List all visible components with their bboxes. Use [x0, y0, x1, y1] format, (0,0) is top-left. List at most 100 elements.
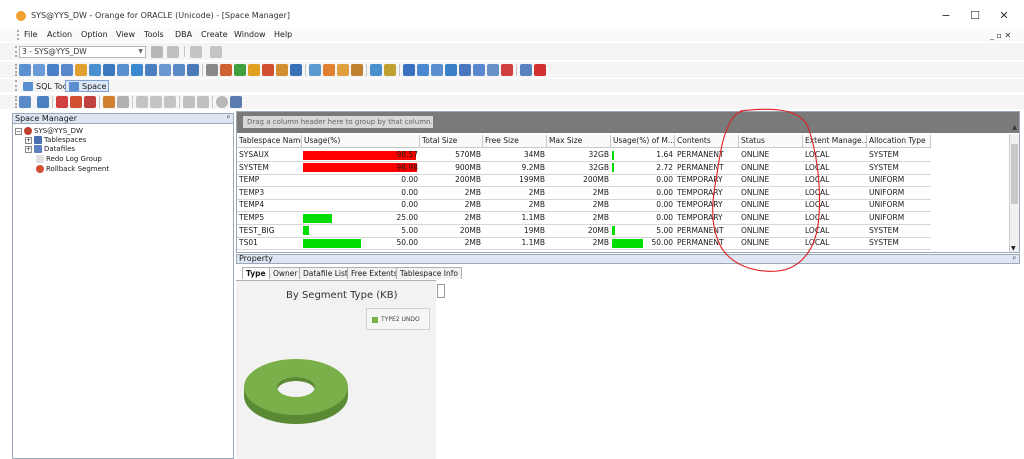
pin-icon[interactable]: ᵖ [1013, 255, 1016, 263]
stop-icon[interactable] [216, 96, 228, 108]
refresh-icon[interactable] [183, 96, 195, 108]
role-icon[interactable] [262, 64, 274, 76]
loader-icon[interactable] [187, 64, 199, 76]
col-contents[interactable]: Contents [675, 135, 739, 148]
resize-icon[interactable] [117, 96, 129, 108]
grid-vertical-scrollbar[interactable]: ▼ [1009, 134, 1019, 252]
tree-node-redo-log-group[interactable]: Redo Log Group [36, 155, 102, 164]
expand-icon[interactable]: + [25, 145, 32, 153]
session-icon[interactable] [103, 64, 115, 76]
tree-node-rollback-segment[interactable]: Rollback Segment [36, 165, 109, 174]
tablespace-icon[interactable] [234, 64, 246, 76]
expand-icon[interactable]: + [25, 136, 32, 144]
menu-window[interactable]: Window [234, 30, 266, 39]
maximize-button[interactable]: ☐ [967, 8, 983, 24]
instance-icon[interactable] [309, 64, 321, 76]
user-icon[interactable] [248, 64, 260, 76]
panel-splitter[interactable] [437, 284, 445, 298]
tab-free-extents[interactable]: Free Extents [347, 267, 402, 279]
log-icon[interactable] [290, 64, 302, 76]
menu-view[interactable]: View [116, 30, 135, 39]
dba-tool-7-icon[interactable] [487, 64, 499, 76]
scroll-down-icon[interactable]: ▼ [1011, 245, 1016, 252]
dba-tool-8-icon[interactable] [501, 64, 513, 76]
space-icon[interactable] [351, 64, 363, 76]
mdi-window-controls[interactable]: _ ▫ ✕ [990, 31, 1011, 40]
tree-node-datafiles[interactable]: + Datafiles [25, 145, 75, 154]
commit-icon[interactable] [190, 46, 202, 58]
offline-icon[interactable] [150, 96, 162, 108]
dba-tool-5-icon[interactable] [459, 64, 471, 76]
schema-browser-icon[interactable] [33, 64, 45, 76]
table-editor-icon[interactable] [61, 64, 73, 76]
help-icon[interactable] [534, 64, 546, 76]
analyze-icon[interactable] [220, 64, 232, 76]
col-free-size[interactable]: Free Size [483, 135, 547, 148]
sql-tool-icon[interactable] [19, 64, 31, 76]
col-tablespace-name[interactable]: Tablespace Name [237, 135, 302, 148]
group-by-panel[interactable]: Drag a column header here to group by th… [237, 112, 1019, 133]
query-builder-icon[interactable] [47, 64, 59, 76]
lock-icon[interactable] [117, 64, 129, 76]
sga-icon[interactable] [323, 64, 335, 76]
col-extent-management[interactable]: Extent Manage... [803, 135, 867, 148]
tree-node-tablespaces[interactable]: + Tablespaces [25, 136, 86, 145]
menu-option[interactable]: Option [81, 30, 108, 39]
clock-icon[interactable] [276, 64, 288, 76]
scroll-up-icon[interactable]: ▲ [1012, 124, 1017, 131]
tab-tablespace-info[interactable]: Tablespace Info [396, 267, 462, 279]
dba-tool-1-icon[interactable] [403, 64, 415, 76]
col-allocation-type[interactable]: Allocation Type [867, 135, 931, 148]
menu-dba[interactable]: DBA [175, 30, 192, 39]
dba-tool-4-icon[interactable] [445, 64, 457, 76]
sync-icon[interactable] [197, 96, 209, 108]
tab-type[interactable]: Type [242, 267, 270, 279]
report-icon[interactable] [145, 64, 157, 76]
readonly-icon[interactable] [164, 96, 176, 108]
options-icon[interactable] [520, 64, 532, 76]
col-max-size[interactable]: Max Size [547, 135, 611, 148]
tab-owner[interactable]: Owner [269, 267, 302, 279]
menu-tools[interactable]: Tools [144, 30, 164, 39]
menu-action[interactable]: Action [47, 30, 72, 39]
export-icon[interactable] [159, 64, 171, 76]
minimize-button[interactable]: − [938, 8, 954, 24]
tab-datafile-list[interactable]: Datafile List [299, 267, 352, 279]
save-icon[interactable] [230, 96, 242, 108]
grid-icon[interactable] [37, 96, 49, 108]
collapse-icon[interactable]: − [15, 127, 22, 135]
window-tab-space[interactable]: Space [65, 80, 110, 92]
menu-help[interactable]: Help [274, 30, 292, 39]
monitor-icon[interactable] [131, 64, 143, 76]
parameter-icon[interactable] [337, 64, 349, 76]
trace-icon[interactable] [89, 64, 101, 76]
tree-node-root[interactable]: − SYS@YYS_DW [15, 127, 83, 136]
disconnect-icon[interactable] [167, 46, 179, 58]
col-total-size[interactable]: Total Size [420, 135, 483, 148]
rollback-icon[interactable] [210, 46, 222, 58]
properties-icon[interactable] [19, 96, 31, 108]
drop-icon[interactable] [84, 96, 96, 108]
col-usage-of-max[interactable]: Usage(%) of M... [611, 135, 675, 148]
dba-tool-3-icon[interactable] [431, 64, 443, 76]
col-usage[interactable]: Usage(%) [302, 135, 420, 148]
alter-icon[interactable] [70, 96, 82, 108]
scrollbar-thumb[interactable] [1011, 144, 1018, 204]
connect-icon[interactable] [151, 46, 163, 58]
close-button[interactable]: ✕ [996, 8, 1012, 24]
sql-icon[interactable] [206, 64, 218, 76]
backup-icon[interactable] [384, 64, 396, 76]
import-icon[interactable] [173, 64, 185, 76]
create-icon[interactable] [56, 96, 68, 108]
menu-file[interactable]: File [24, 30, 37, 39]
col-status[interactable]: Status [739, 135, 803, 148]
menu-create[interactable]: Create [201, 30, 228, 39]
audit-icon[interactable] [370, 64, 382, 76]
dba-tool-6-icon[interactable] [473, 64, 485, 76]
dba-tool-2-icon[interactable] [417, 64, 429, 76]
add-datafile-icon[interactable] [103, 96, 115, 108]
pin-icon[interactable]: ᵖ [227, 114, 230, 123]
online-icon[interactable] [136, 96, 148, 108]
connection-select[interactable]: 3 - SYS@YYS_DW ▼ [19, 46, 146, 58]
plan-icon[interactable] [75, 64, 87, 76]
